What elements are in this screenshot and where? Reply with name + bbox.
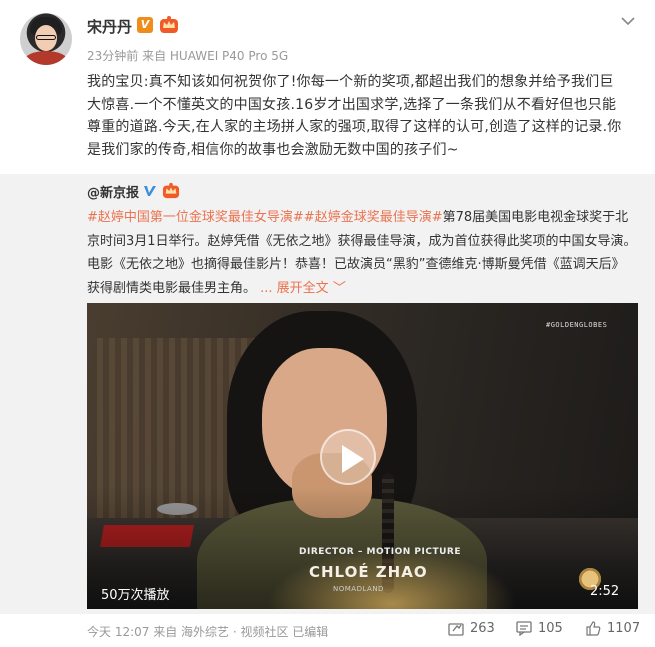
verified-badge-icon: V <box>137 17 153 33</box>
post-meta: 23分钟前 来自 HUAWEI P40 Pro 5G <box>87 49 289 63</box>
video-watermark: #GOLDENGLOBES <box>546 321 608 329</box>
membership-crown-icon[interactable] <box>159 15 179 34</box>
award-category: DIRECTOR – MOTION PICTURE <box>299 547 461 557</box>
video-duration: 2:52 <box>590 584 620 599</box>
author-avatar[interactable] <box>20 13 72 65</box>
post-text: 我的宝贝:真不知该如何祝贺你了!你每一个新的奖项,都超出我们的想象并给予我们巨大… <box>87 74 622 158</box>
expand-full-text-link[interactable]: ... 展开全文 ﹀ <box>260 281 346 296</box>
comment-button[interactable]: 105 <box>516 621 563 636</box>
author-name[interactable]: 宋丹丹 <box>87 16 132 37</box>
award-winner-name: CHLOÉ ZHAO <box>309 563 428 581</box>
video-player[interactable]: #GOLDENGLOBES DIRECTOR – MOTION PICTURE … <box>87 303 638 609</box>
repost-icon <box>448 623 464 636</box>
repost-meta: 今天 12:07 来自 海外综艺 · 视频社区 已编辑 <box>87 625 329 639</box>
thumbs-up-icon <box>586 621 601 636</box>
video-play-count: 50万次播放 <box>101 588 170 603</box>
repost-button[interactable]: 263 <box>448 621 495 636</box>
like-button[interactable]: 1107 <box>585 621 640 636</box>
play-icon <box>342 445 364 473</box>
blue-verified-icon <box>144 186 156 196</box>
comment-icon <box>516 621 532 636</box>
comment-count: 105 <box>538 621 563 636</box>
avatar-glasses <box>36 35 56 40</box>
repost-text: #赵婷中国第一位金球奖最佳女导演##赵婷金球奖最佳导演#第78届美国电影电视金球… <box>87 206 637 300</box>
weibo-post: 宋丹丹 V 23分钟前 来自 HUAWEI P40 Pro 5G 我的宝贝:真不… <box>0 0 655 647</box>
membership-crown-icon[interactable] <box>162 182 180 199</box>
award-film-title: NOMADLAND <box>333 585 384 593</box>
repost-author[interactable]: @新京报 <box>87 182 139 201</box>
play-button[interactable] <box>320 429 376 485</box>
hashtag-link[interactable]: #赵婷中国第一位金球奖最佳女导演# <box>87 210 304 225</box>
avatar-shoulder <box>24 51 68 65</box>
chevron-down-icon[interactable] <box>621 16 635 26</box>
repost-count: 263 <box>470 621 495 636</box>
like-count: 1107 <box>607 621 641 636</box>
hashtag-link[interactable]: #赵婷金球奖最佳导演# <box>304 210 443 225</box>
